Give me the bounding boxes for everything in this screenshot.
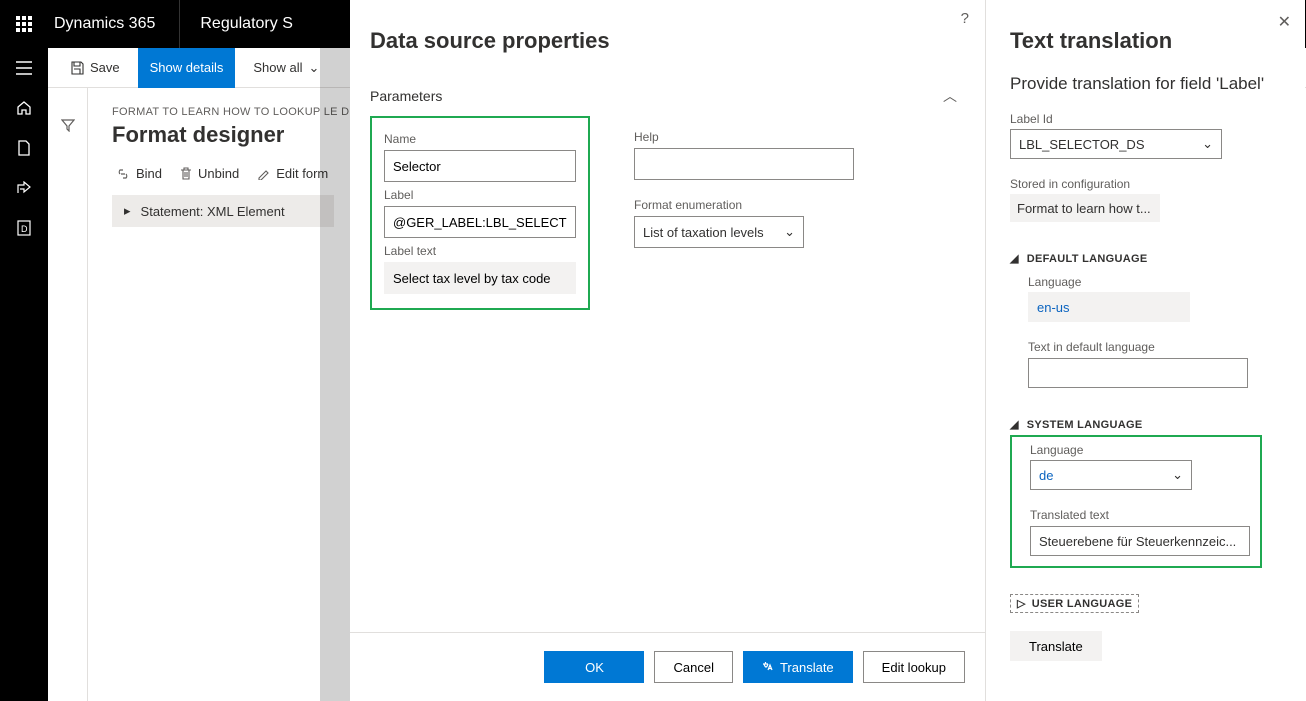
link-icon [116, 168, 130, 180]
help-label: Help [634, 130, 854, 144]
translate-label: Translate [780, 660, 834, 675]
stored-label: Stored in configuration [1010, 177, 1281, 191]
name-label: Name [384, 132, 576, 146]
chevron-up-icon: ︿ [943, 86, 957, 106]
default-language-text: en-us [1037, 300, 1070, 315]
system-language-highlight-box: Language de ⌄ Translated text Steuereben… [1010, 435, 1262, 568]
parameters-highlight-box: Name Label Label text [370, 116, 590, 310]
chevron-down-icon: ⌄ [1172, 467, 1183, 483]
parameters-label: Parameters [370, 88, 442, 104]
translate-action-button[interactable]: Translate [1010, 631, 1102, 661]
left-nav-rail: D [0, 48, 48, 701]
text-translation-panel: ✕ Text translation Provide translation f… [985, 0, 1305, 701]
format-enum-label: Format enumeration [634, 198, 854, 212]
label-id-dropdown[interactable]: LBL_SELECTOR_DS ⌄ [1010, 129, 1222, 159]
panel-footer: OK Cancel Translate Edit lookup [350, 632, 985, 701]
save-label: Save [90, 60, 120, 75]
default-language-heading: DEFAULT LANGUAGE [1027, 253, 1148, 265]
chevron-down-icon: ⌄ [784, 224, 795, 240]
system-language-label: Language [1030, 443, 1252, 457]
label-label: Label [384, 188, 576, 202]
translated-text-input[interactable]: Steuerebene für Steuerkennzeic... [1030, 526, 1250, 556]
unbind-button[interactable]: Unbind [180, 166, 239, 181]
default-language-section[interactable]: ◢ DEFAULT LANGUAGE [1010, 252, 1281, 265]
pencil-icon [257, 167, 270, 180]
brand-name[interactable]: Dynamics 365 [48, 15, 179, 33]
app-launcher-icon[interactable] [0, 0, 48, 48]
system-language-value: de [1039, 468, 1053, 483]
triangle-right-icon: ▷ [1017, 597, 1026, 610]
help-icon[interactable]: ? [961, 10, 969, 27]
module-icon[interactable]: D [0, 208, 48, 248]
save-button[interactable]: Save [58, 48, 132, 88]
tree-item-label: Statement: XML Element [141, 204, 285, 219]
translated-text-label: Translated text [1030, 508, 1252, 522]
ok-button[interactable]: OK [544, 651, 644, 683]
unbind-label: Unbind [198, 166, 239, 181]
show-all-label: Show all [253, 60, 302, 75]
chevron-down-icon: ⌄ [1202, 136, 1213, 152]
help-input[interactable] [634, 148, 854, 180]
system-language-section[interactable]: ◢ SYSTEM LANGUAGE [1010, 418, 1281, 431]
default-language-value: en-us [1028, 292, 1190, 322]
document-icon[interactable] [0, 128, 48, 168]
background-dim [320, 48, 350, 701]
show-all-button[interactable]: Show all ⌄ [241, 48, 331, 88]
cancel-button[interactable]: Cancel [654, 651, 732, 683]
expand-icon[interactable]: ▸ [124, 203, 131, 219]
name-input[interactable] [384, 150, 576, 182]
edit-formula-button[interactable]: Edit form [257, 166, 328, 181]
stored-value: Format to learn how t... [1010, 194, 1160, 222]
hamburger-icon[interactable] [0, 48, 48, 88]
format-enum-value: List of taxation levels [643, 225, 764, 240]
labeltext-label: Label text [384, 244, 576, 258]
panel-title: Data source properties [350, 28, 985, 70]
bind-label: Bind [136, 166, 162, 181]
system-language-dropdown[interactable]: de ⌄ [1030, 460, 1192, 490]
triangle-down-icon: ◢ [1010, 252, 1019, 265]
close-icon[interactable]: ✕ [1278, 12, 1291, 32]
label-input[interactable] [384, 206, 576, 238]
default-language-label: Language [1028, 275, 1281, 289]
label-id-label: Label Id [1010, 112, 1281, 126]
triangle-down-icon: ◢ [1010, 418, 1019, 431]
bind-button[interactable]: Bind [116, 166, 162, 181]
datasource-properties-panel: ? Data source properties Parameters ︿ Na… [350, 0, 985, 701]
user-language-heading: USER LANGUAGE [1032, 598, 1132, 610]
default-text-input[interactable] [1028, 358, 1248, 388]
system-language-heading: SYSTEM LANGUAGE [1027, 419, 1143, 431]
translate-button[interactable]: Translate [743, 651, 853, 683]
chevron-down-icon: ⌄ [309, 60, 320, 76]
home-icon[interactable] [0, 88, 48, 128]
default-text-label: Text in default language [1028, 340, 1281, 354]
tree-item-statement[interactable]: ▸ Statement: XML Element [112, 195, 334, 227]
parameters-section-header[interactable]: Parameters ︿ [370, 80, 965, 120]
module-name[interactable]: Regulatory S [179, 0, 313, 48]
share-icon[interactable] [0, 168, 48, 208]
filter-icon[interactable] [61, 118, 75, 701]
labeltext-input [384, 262, 576, 294]
tr-description: Provide translation for field 'Label' [1010, 74, 1281, 94]
format-enum-dropdown[interactable]: List of taxation levels ⌄ [634, 216, 804, 248]
trash-icon [180, 167, 192, 181]
show-details-button[interactable]: Show details [138, 48, 236, 88]
label-id-value: LBL_SELECTOR_DS [1019, 137, 1145, 152]
filter-column [48, 88, 88, 701]
tr-title: Text translation [1010, 28, 1281, 54]
edit-lookup-button[interactable]: Edit lookup [863, 651, 965, 683]
translate-icon [762, 661, 774, 673]
user-language-section[interactable]: ▷ USER LANGUAGE [1010, 594, 1139, 613]
svg-text:D: D [21, 224, 28, 234]
save-icon [70, 61, 84, 75]
